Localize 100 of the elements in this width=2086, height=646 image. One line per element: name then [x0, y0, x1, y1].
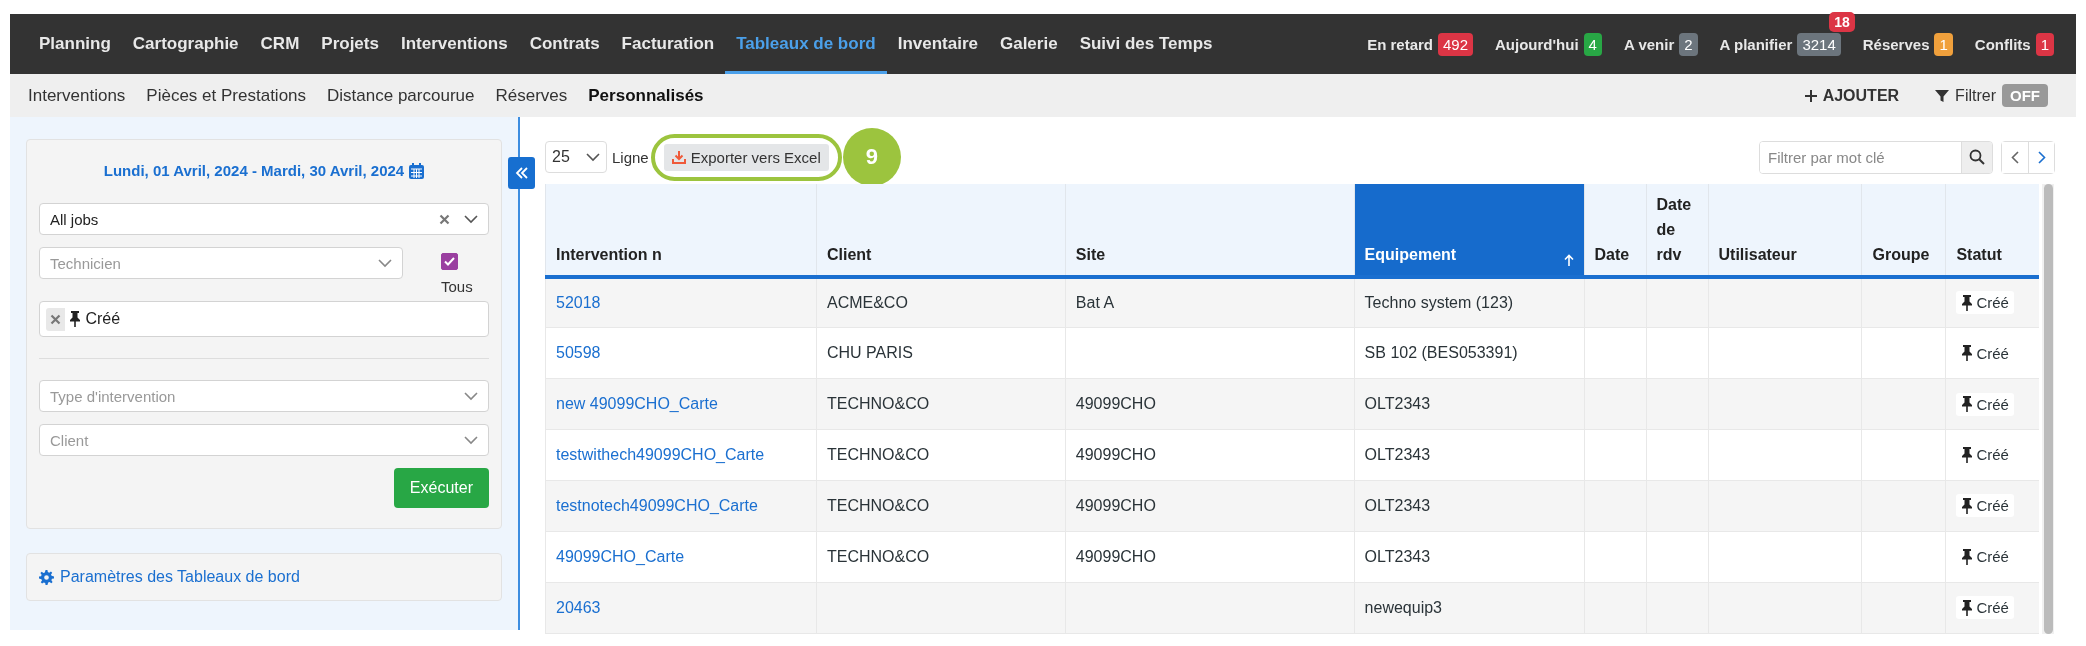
status-chip: Créé — [1956, 392, 2014, 416]
count-badge: 2 — [1679, 32, 1698, 56]
sub-nav-tab[interactable]: Interventions — [28, 85, 126, 106]
intervention-link[interactable]: 50598 — [556, 344, 601, 362]
page-size-select[interactable]: 25 — [545, 141, 607, 173]
sort-up-icon — [1563, 254, 1574, 267]
pin-icon — [1961, 446, 1974, 463]
nav-tab[interactable]: Interventions — [389, 14, 519, 74]
status-chip: Créé — [1956, 596, 2014, 620]
count-badge: 3214 — [1797, 32, 1841, 56]
job-select[interactable]: All jobs — [39, 203, 489, 235]
chevron-down-icon — [464, 214, 478, 224]
sub-nav-tab[interactable]: Distance parcourue — [327, 85, 475, 106]
table-cell: Techno system (123) — [1364, 294, 1514, 312]
intervention-link[interactable]: 52018 — [556, 294, 601, 312]
pin-icon — [1961, 396, 1974, 413]
pin-icon — [1961, 294, 1974, 311]
counter-label[interactable]: A venir — [1623, 35, 1675, 53]
plus-icon — [1803, 88, 1818, 103]
count-badge: 1 — [1934, 32, 1953, 56]
checkbox-label: Tous — [441, 278, 473, 295]
clear-icon[interactable] — [50, 313, 61, 325]
column-header[interactable]: Groupe — [1861, 184, 1946, 277]
date-range[interactable]: Lundi, 01 Avril, 2024 - Mardi, 30 Avril, 2024 — [103, 162, 405, 179]
table-cell: OLT2343 — [1364, 548, 1431, 566]
nav-tab[interactable]: Galerie — [988, 14, 1069, 74]
pin-icon — [1961, 599, 1974, 616]
table-cell: OLT2343 — [1364, 497, 1431, 515]
counter-label[interactable]: Réserves — [1862, 35, 1930, 53]
next-page-button[interactable] — [2028, 141, 2054, 173]
nav-tab[interactable]: CRM — [249, 14, 311, 74]
settings-link[interactable]: Paramètres des Tableaux de bord — [60, 568, 300, 586]
table-cell: TECHNO&CO — [826, 497, 930, 515]
table-cell: Bat A — [1075, 294, 1115, 312]
table-cell: SB 102 (BES053391) — [1364, 344, 1518, 362]
counter-label[interactable]: A planifier — [1719, 35, 1793, 53]
table-cell: CHU PARIS — [826, 344, 913, 362]
count-badge: 492 — [1438, 32, 1474, 56]
sub-nav-tab[interactable]: Personnalisés — [588, 85, 704, 106]
calendar-icon[interactable] — [409, 162, 425, 179]
intervention-link[interactable]: testwithech49099CHO_Carte — [556, 446, 765, 464]
table-cell: TECHNO&CO — [826, 548, 930, 566]
column-header[interactable]: Date de rdv — [1646, 184, 1708, 277]
table-cell: 49099CHO — [1075, 548, 1156, 566]
search-icon[interactable] — [1969, 149, 1985, 165]
table-cell: TECHNO&CO — [826, 446, 930, 464]
nav-tab[interactable]: Facturation — [610, 14, 726, 74]
status-tag-field[interactable]: Créé — [39, 301, 489, 337]
search-field[interactable]: Filtrer par mot clé — [1759, 140, 1993, 174]
counter-label[interactable]: En retard — [1367, 35, 1433, 53]
nav-tab[interactable]: Contrats — [518, 14, 611, 74]
column-header[interactable]: Intervention n — [545, 184, 817, 277]
sub-nav-tab[interactable]: Pièces et Prestations — [146, 85, 307, 106]
filter-label[interactable]: Filtrer — [1955, 86, 1996, 105]
counter-label[interactable]: Conflits — [1974, 35, 2031, 53]
column-header[interactable]: Date — [1584, 184, 1647, 277]
table-cell: ACME&CO — [826, 294, 908, 312]
intervention-link[interactable]: 20463 — [556, 599, 601, 616]
nav-tab[interactable]: Projets — [310, 14, 390, 74]
pin-icon — [1961, 497, 1974, 514]
nav-tab[interactable]: Planning — [28, 14, 122, 74]
alert-badge: 18 — [1829, 12, 1855, 32]
table-cell: 49099CHO — [1075, 446, 1156, 464]
counter-label[interactable]: Aujourd'hui — [1495, 35, 1579, 53]
status-chip: Créé — [1956, 494, 2014, 518]
table-cell: newequip3 — [1364, 599, 1442, 616]
pin-icon — [1961, 345, 1974, 362]
nav-tab[interactable]: Suivi des Temps — [1068, 14, 1224, 74]
chevron-down-icon — [586, 152, 600, 162]
scrollbar-thumb[interactable] — [2043, 184, 2053, 634]
sub-nav-tab[interactable]: Réserves — [495, 85, 568, 106]
column-header[interactable]: Site — [1065, 184, 1355, 277]
chevron-right-icon — [2037, 150, 2046, 164]
column-header[interactable]: Client — [816, 184, 1066, 277]
export-button[interactable]: Exporter vers Excel — [663, 143, 829, 171]
column-header[interactable]: Equipement — [1354, 184, 1585, 277]
pin-icon — [69, 311, 81, 327]
download-icon — [671, 150, 686, 164]
status-chip: Créé — [1956, 291, 2014, 315]
count-badge: 4 — [1583, 32, 1602, 56]
chevron-left-icon — [2011, 150, 2019, 164]
table-cell: 49099CHO — [1075, 395, 1156, 413]
filter-icon — [1935, 88, 1950, 103]
checkmark-icon — [444, 257, 455, 266]
double-chevron-left-icon — [514, 167, 529, 179]
chevron-down-icon — [464, 435, 478, 445]
nav-tab[interactable]: Inventaire — [886, 14, 989, 74]
all-checkbox[interactable] — [441, 253, 458, 270]
settings-icon[interactable] — [39, 569, 54, 585]
nav-tab[interactable]: Cartographie — [121, 14, 250, 74]
add-button[interactable]: AJOUTER — [1797, 85, 1906, 106]
callout-number: 9 — [842, 128, 901, 186]
intervention-link[interactable]: 49099CHO_Carte — [556, 548, 685, 566]
column-header[interactable]: Utilisateur — [1708, 184, 1862, 277]
rows-label: Ligne — [612, 148, 649, 166]
column-header[interactable]: Statut — [1945, 184, 2039, 277]
chevron-down-icon — [378, 258, 392, 268]
clear-icon[interactable] — [439, 213, 450, 225]
collapse-button[interactable] — [508, 157, 535, 189]
table-cell: 49099CHO — [1075, 497, 1156, 515]
